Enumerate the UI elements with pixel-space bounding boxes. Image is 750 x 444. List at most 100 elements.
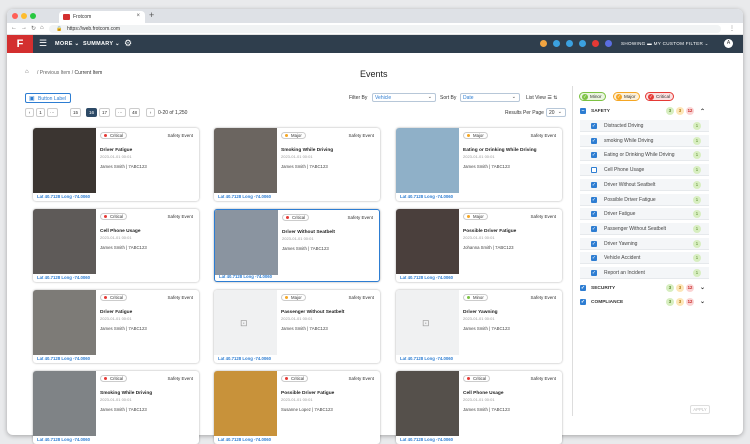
item-checkbox[interactable]: ✓ xyxy=(591,196,597,203)
security-checkbox[interactable]: ✓ xyxy=(580,285,586,291)
location-link[interactable]: Lat 40.7128 Long -74.0060 xyxy=(37,275,90,280)
filter-item[interactable]: ✓ Passenger Without Seatbelt 1 xyxy=(580,222,709,235)
filter-item[interactable]: ✓ Vehicle Accident 1 xyxy=(580,252,709,265)
new-tab-button[interactable]: + xyxy=(149,10,154,20)
minimize-window-icon[interactable] xyxy=(21,13,27,19)
event-snapshot[interactable] xyxy=(214,128,277,193)
list-view-toggle[interactable]: List View ☰ ⇅ xyxy=(526,95,557,101)
item-checkbox[interactable]: ✓ xyxy=(591,270,597,276)
forward-arrow-icon[interactable]: → xyxy=(21,25,27,31)
custom-filter-indicator[interactable]: SHOWING ▬ MY CUSTOM FILTER ⌄ xyxy=(621,41,709,47)
summary-menu[interactable]: SUMMARY ⌄ xyxy=(83,41,120,47)
page-button[interactable]: 48 xyxy=(129,108,141,117)
next-page-button[interactable]: › xyxy=(146,108,155,117)
back-arrow-icon[interactable]: ← xyxy=(11,25,17,31)
event-card[interactable]: Lat 40.7128 Long -74.0060 Major Safety Eve… xyxy=(214,128,380,201)
calendar-button[interactable]: ▣ Button Label xyxy=(25,93,71,103)
event-card[interactable]: Lat 40.7128 Long -74.0060 Major Safety Eve… xyxy=(396,209,562,282)
event-card[interactable]: Lat 40.7128 Long -74.0060 Critical Safety … xyxy=(214,209,380,282)
item-checkbox[interactable]: ✓ xyxy=(591,211,597,218)
compliance-checkbox[interactable]: ✓ xyxy=(580,299,586,305)
severity-chip[interactable]: ✓ Critical xyxy=(645,92,675,101)
filter-item[interactable]: Cell Phone Usage 1 xyxy=(580,164,709,177)
event-card[interactable]: Lat 40.7128 Long -74.0060 Critical Safety … xyxy=(214,371,380,444)
hamburger-icon[interactable]: ☰ xyxy=(39,39,47,48)
notification-icon[interactable] xyxy=(540,40,547,47)
event-card[interactable]: Lat 40.7128 Long -74.0060 Major Safety Eve… xyxy=(396,128,562,201)
results-per-page-select[interactable]: 20 ⌄ xyxy=(546,108,566,117)
page-button[interactable]: 15 xyxy=(70,108,82,117)
location-link[interactable]: Lat 40.7128 Long -74.0060 xyxy=(218,437,271,442)
location-link[interactable]: Lat 40.7128 Long -74.0060 xyxy=(400,275,453,280)
location-link[interactable]: Lat 40.7128 Long -74.0060 xyxy=(218,356,271,361)
group-security[interactable]: ✓ SECURITY 3 3 12 ⌄ xyxy=(578,283,711,294)
location-icon[interactable] xyxy=(579,40,586,47)
event-snapshot[interactable] xyxy=(33,290,96,355)
event-card[interactable]: Lat 40.7128 Long -74.0060 Critical Safety … xyxy=(33,128,199,201)
prev-page-button[interactable]: ‹ xyxy=(25,108,34,117)
event-snapshot[interactable]: ⊡ xyxy=(214,290,277,355)
event-snapshot[interactable] xyxy=(396,128,459,193)
location-link[interactable]: Lat 40.7128 Long -74.0060 xyxy=(37,437,90,442)
filter-item[interactable]: ✓ Driver Without Seatbelt 1 xyxy=(580,178,709,191)
badge-icon[interactable] xyxy=(592,40,599,47)
filter-item[interactable]: ✓ Distracted Driving 1 xyxy=(580,120,709,132)
event-snapshot[interactable] xyxy=(396,371,459,436)
event-snapshot[interactable] xyxy=(33,209,96,274)
event-card[interactable]: ⊡ Lat 40.7128 Long -74.0060 Major Safety Ev… xyxy=(214,290,380,363)
severity-chip[interactable]: ✓ Minor xyxy=(579,92,606,101)
event-card[interactable]: Lat 40.7128 Long -74.0060 Critical Safety … xyxy=(33,290,199,363)
item-checkbox[interactable]: ✓ xyxy=(591,225,597,232)
apply-button[interactable]: APPLY xyxy=(690,405,710,414)
location-link[interactable]: Lat 40.7128 Long -74.0060 xyxy=(37,356,90,361)
maximize-window-icon[interactable] xyxy=(30,13,36,19)
location-link[interactable]: Lat 40.7128 Long -74.0060 xyxy=(400,356,453,361)
page-button[interactable]: 16 xyxy=(86,108,98,117)
event-card[interactable]: Lat 40.7128 Long -74.0060 Critical Safety … xyxy=(33,371,199,444)
page-button[interactable]: 1 xyxy=(36,108,45,117)
filter-item[interactable]: ✓ smoking While Driving 1 xyxy=(580,134,709,147)
chevron-down-icon[interactable]: ⌄ xyxy=(700,284,705,291)
item-checkbox[interactable]: ✓ xyxy=(591,137,597,144)
group-compliance[interactable]: ✓ COMPLIANCE 3 3 12 ⌄ xyxy=(578,297,711,308)
alert-icon[interactable] xyxy=(566,40,573,47)
event-snapshot[interactable] xyxy=(214,371,277,436)
filter-item[interactable]: ✓ Possible Driver Fatigue 1 xyxy=(580,193,709,206)
event-snapshot[interactable] xyxy=(215,210,278,275)
page-button[interactable]: 17 xyxy=(99,108,111,117)
more-menu[interactable]: MORE ⌄ xyxy=(55,41,79,47)
home-breadcrumb-icon[interactable]: ⌂ xyxy=(25,69,29,75)
close-tab-icon[interactable]: × xyxy=(136,13,140,19)
filter-by-select[interactable]: Vehicle ⌄ xyxy=(372,93,436,102)
chevron-up-icon[interactable]: ⌃ xyxy=(700,108,705,115)
filter-item[interactable]: ✓ Driver Fatigue 1 xyxy=(580,208,709,221)
home-icon[interactable]: ⌂ xyxy=(40,25,44,31)
breadcrumb-previous[interactable]: Previous Item xyxy=(40,70,71,76)
user-avatar[interactable]: A xyxy=(724,39,733,48)
close-window-icon[interactable] xyxy=(12,13,18,19)
page-ellipsis[interactable]: ··· xyxy=(115,108,126,117)
event-snapshot[interactable] xyxy=(33,371,96,436)
filter-item[interactable]: ✓ Driver Yawning 1 xyxy=(580,237,709,250)
chevron-down-icon[interactable]: ⌄ xyxy=(700,298,705,305)
item-checkbox[interactable]: ✓ xyxy=(591,152,597,159)
filter-item[interactable]: ✓ Report an Incident 1 xyxy=(580,267,709,279)
message-icon[interactable] xyxy=(553,40,560,47)
event-card[interactable]: ⊡ Lat 40.7128 Long -74.0060 Minor Safety Ev… xyxy=(396,290,562,363)
page-ellipsis[interactable]: ··· xyxy=(47,108,58,117)
location-link[interactable]: Lat 40.7128 Long -74.0060 xyxy=(219,274,272,279)
event-snapshot[interactable] xyxy=(33,128,96,193)
location-link[interactable]: Lat 40.7128 Long -74.0060 xyxy=(218,194,271,199)
frotcom-logo[interactable]: F xyxy=(7,35,33,53)
gear-icon[interactable]: ⚙ xyxy=(124,38,132,49)
item-checkbox[interactable]: ✓ xyxy=(591,123,597,129)
grid-scrollbar[interactable] xyxy=(566,90,569,410)
safety-checkbox[interactable]: – xyxy=(580,108,586,114)
severity-chip[interactable]: ✓ Major xyxy=(613,92,640,101)
browser-tab[interactable]: Frotcom × xyxy=(59,11,145,23)
event-snapshot[interactable]: ⊡ xyxy=(396,290,459,355)
sort-by-select[interactable]: Date ⌄ xyxy=(460,93,520,102)
item-checkbox[interactable]: ✓ xyxy=(591,240,597,247)
browser-menu-icon[interactable]: ⋮ xyxy=(729,25,735,32)
item-checkbox[interactable]: ✓ xyxy=(591,181,597,188)
